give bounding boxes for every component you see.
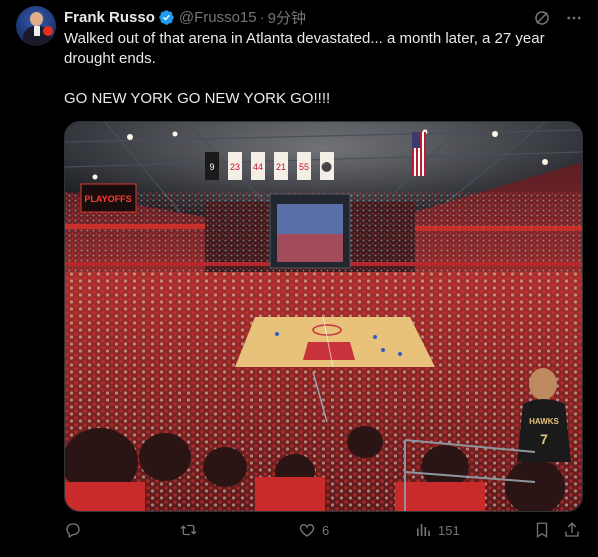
avatar-shirt bbox=[34, 26, 40, 36]
views-button[interactable]: 151 bbox=[414, 521, 460, 539]
separator-dot: · bbox=[259, 8, 265, 26]
us-flag bbox=[412, 132, 426, 176]
share-icon bbox=[565, 522, 579, 537]
verified-badge-icon bbox=[158, 9, 175, 26]
retweet-icon bbox=[180, 524, 197, 536]
tweet-top-actions bbox=[532, 8, 584, 28]
banner-number: ⚫ bbox=[321, 161, 332, 172]
author-name[interactable]: Frank Russo bbox=[64, 9, 155, 26]
basketball-court bbox=[235, 316, 435, 368]
timestamp[interactable]: 9分钟 bbox=[268, 7, 306, 28]
like-button[interactable]: 6 bbox=[298, 521, 329, 539]
jersey-number: 7 bbox=[540, 431, 548, 447]
banner-number: 9 bbox=[209, 162, 214, 172]
tweet: Frank Russo @Frusso15 · 9分钟 Walked out o… bbox=[0, 0, 598, 557]
bookmark-button[interactable] bbox=[533, 521, 551, 539]
avatar[interactable] bbox=[16, 6, 56, 46]
reply-icon bbox=[66, 523, 80, 538]
playoffs-sign: PLAYOFFS bbox=[80, 183, 137, 213]
views-chart-icon bbox=[417, 524, 430, 536]
jersey-text: HAWKS bbox=[529, 417, 559, 426]
more-options-icon[interactable] bbox=[564, 8, 584, 28]
banner-number: 44 bbox=[253, 162, 263, 172]
tweet-text-line-2: GO NEW YORK GO NEW YORK GO!!!! bbox=[64, 90, 331, 107]
grok-icon[interactable] bbox=[532, 8, 552, 28]
avatar-ball bbox=[43, 26, 53, 36]
author-handle[interactable]: @Frusso15 bbox=[179, 9, 257, 26]
tweet-actions: 6 151 bbox=[64, 521, 584, 545]
bookmark-icon bbox=[536, 522, 548, 539]
tweet-text: Walked out of that arena in Atlanta deva… bbox=[64, 29, 584, 109]
banner-number: 21 bbox=[276, 162, 286, 172]
banner-number: 23 bbox=[230, 162, 240, 172]
tweet-text-line-1: Walked out of that arena in Atlanta deva… bbox=[64, 30, 545, 67]
share-button[interactable] bbox=[563, 521, 581, 539]
playoffs-text: PLAYOFFS bbox=[84, 194, 131, 204]
jumbotron bbox=[269, 193, 351, 269]
retweet-button[interactable] bbox=[179, 521, 204, 539]
reply-button[interactable] bbox=[64, 521, 88, 539]
avatar-head bbox=[30, 12, 43, 26]
tweet-photo[interactable]: 9 23 44 21 55 ⚫ PLAYOFFS HAWKS 7 bbox=[64, 121, 583, 512]
views-count: 151 bbox=[438, 522, 460, 538]
tweet-header: Frank Russo @Frusso15 · 9分钟 bbox=[64, 7, 306, 27]
banner-number: 55 bbox=[299, 162, 309, 172]
like-count: 6 bbox=[322, 522, 330, 538]
heart-icon bbox=[299, 524, 315, 537]
